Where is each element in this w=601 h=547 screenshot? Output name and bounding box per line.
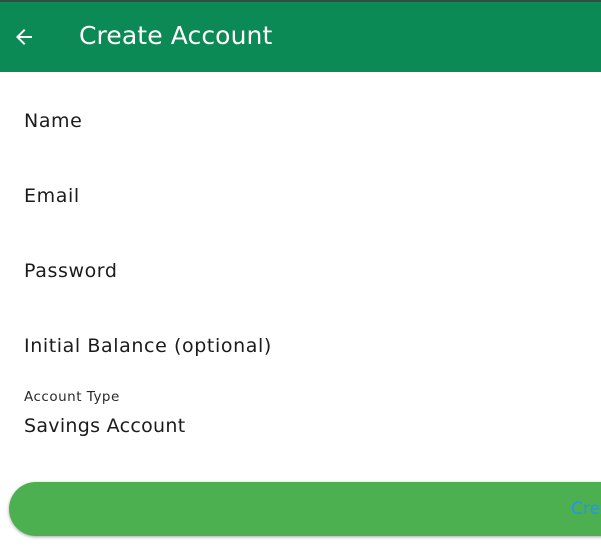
password-label: Password: [24, 260, 118, 282]
email-input[interactable]: [0, 167, 601, 225]
email-label: Email: [24, 185, 80, 207]
initial-balance-label: Initial Balance (optional): [24, 335, 272, 357]
account-type-value[interactable]: Savings Account: [24, 413, 185, 439]
page-title: Create Account: [79, 21, 273, 50]
name-input[interactable]: [0, 92, 601, 150]
arrow-left-icon: [16, 29, 32, 45]
account-type-label: Account Type: [24, 389, 120, 405]
create-button-label: Create: [571, 499, 601, 519]
name-label: Name: [24, 110, 83, 132]
create-account-button[interactable]: Create: [9, 482, 601, 536]
app-bar: Create Account: [0, 2, 601, 72]
back-button[interactable]: [8, 21, 40, 53]
